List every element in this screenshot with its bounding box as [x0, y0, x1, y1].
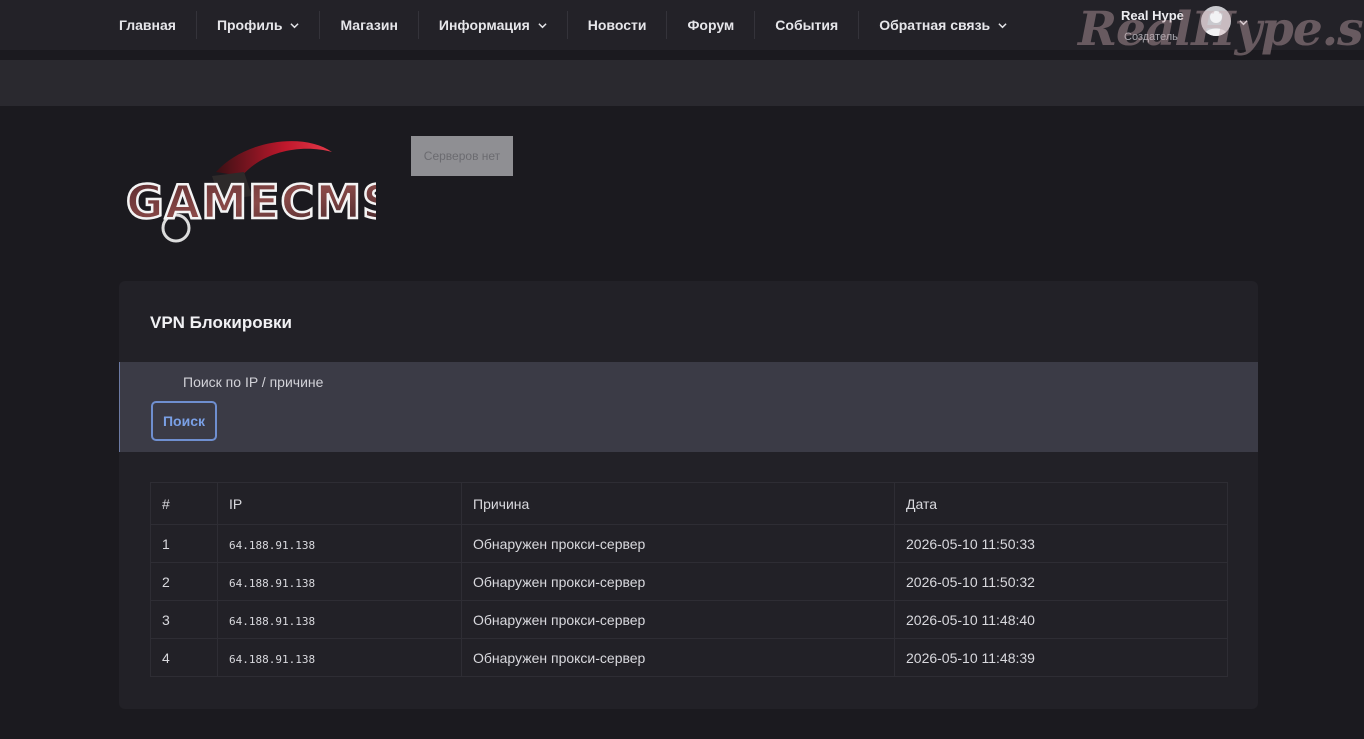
cell-reason: Обнаружен прокси-сервер: [461, 600, 895, 639]
cell-reason: Обнаружен прокси-сервер: [461, 562, 895, 601]
table-header-row: # IP Причина Дата: [150, 482, 1228, 525]
chevron-down-icon: [538, 22, 547, 28]
search-input[interactable]: [183, 374, 583, 390]
cell-number: 2: [150, 562, 218, 601]
cell-reason: Обнаружен прокси-сервер: [461, 524, 895, 563]
cell-number: 1: [150, 524, 218, 563]
search-panel: Поиск: [119, 362, 1258, 452]
nav-item-label: Обратная связь: [879, 17, 991, 33]
table-row: 2 64.188.91.138 Обнаружен прокси-сервер …: [150, 562, 1228, 601]
table-row: 1 64.188.91.138 Обнаружен прокси-сервер …: [150, 524, 1228, 563]
cell-number: 4: [150, 638, 218, 677]
nav-menu: Главная Профиль Магазин Информация Новос…: [99, 0, 1027, 50]
nav-item-events[interactable]: События: [755, 11, 860, 39]
vpn-blocks-card: VPN Блокировки Поиск # IP Причина Дата 1…: [119, 281, 1258, 709]
chevron-down-icon[interactable]: [1239, 18, 1248, 27]
nav-item-profile[interactable]: Профиль: [197, 11, 321, 39]
user-avatar-icon[interactable]: [1201, 6, 1231, 36]
chevron-down-icon: [998, 22, 1007, 28]
page-title: VPN Блокировки: [150, 313, 292, 332]
servers-status-label: Серверов нет: [423, 149, 501, 163]
nav-item-forum[interactable]: Форум: [667, 11, 756, 39]
cell-date: 2026-05-10 11:50:32: [894, 562, 1228, 601]
column-header-ip: IP: [217, 482, 462, 525]
cell-ip: 64.188.91.138: [217, 524, 462, 563]
cell-date: 2026-05-10 11:48:40: [894, 600, 1228, 639]
table-row: 4 64.188.91.138 Обнаружен прокси-сервер …: [150, 638, 1228, 677]
vpn-blocks-table-wrapper: # IP Причина Дата 1 64.188.91.138 Обнару…: [150, 482, 1228, 677]
chevron-down-icon: [290, 22, 300, 28]
nav-item-label: Профиль: [216, 17, 283, 33]
cell-reason: Обнаружен прокси-сервер: [461, 638, 895, 677]
column-header-date: Дата: [894, 482, 1228, 525]
servers-status-badge: Серверов нет: [411, 136, 513, 176]
nav-item-info[interactable]: Информация: [419, 11, 568, 39]
cell-number: 3: [150, 600, 218, 639]
search-button[interactable]: Поиск: [151, 401, 217, 441]
logo-text: GAMECMS: [126, 175, 376, 229]
nav-item-label: Главная: [119, 17, 176, 33]
secondary-band: [0, 60, 1364, 106]
cell-ip: 64.188.91.138: [217, 600, 462, 639]
table-row: 3 64.188.91.138 Обнаружен прокси-сервер …: [150, 600, 1228, 639]
cell-ip: 64.188.91.138: [217, 638, 462, 677]
top-navbar: Главная Профиль Магазин Информация Новос…: [0, 0, 1364, 50]
cell-ip: 64.188.91.138: [217, 562, 462, 601]
column-header-number: #: [150, 482, 218, 525]
nav-item-label: Магазин: [340, 17, 398, 33]
vpn-blocks-table: # IP Причина Дата 1 64.188.91.138 Обнару…: [150, 482, 1228, 677]
nav-item-feedback[interactable]: Обратная связь: [859, 11, 1027, 39]
site-logo[interactable]: GAMECMS: [124, 136, 396, 248]
cell-date: 2026-05-10 11:48:39: [894, 638, 1228, 677]
nav-item-home[interactable]: Главная: [99, 11, 197, 39]
nav-item-label: Новости: [587, 17, 647, 33]
cell-date: 2026-05-10 11:50:33: [894, 524, 1228, 563]
nav-item-shop[interactable]: Магазин: [320, 11, 419, 39]
nav-item-label: События: [775, 17, 839, 33]
nav-item-label: Форум: [687, 17, 735, 33]
column-header-reason: Причина: [461, 482, 895, 525]
user-name: Real Hype: [1121, 8, 1184, 23]
nav-item-news[interactable]: Новости: [568, 11, 668, 39]
user-role: Создатель: [1124, 31, 1178, 43]
user-menu[interactable]: Real Hype Создатель: [1121, 6, 1261, 46]
nav-item-label: Информация: [438, 17, 530, 33]
